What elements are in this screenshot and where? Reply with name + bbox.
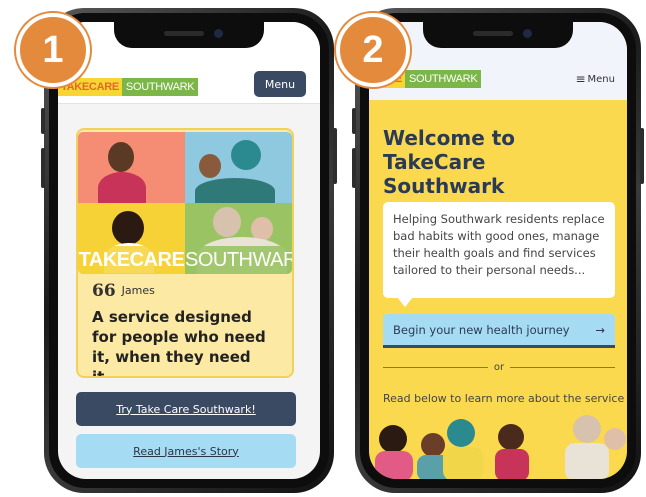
divider-line (510, 367, 616, 368)
phone-1-screen: TAKECARE SOUTHWARK Menu TAKECARE SOUTHWA… (58, 22, 320, 479)
quote-author: James (121, 284, 155, 297)
try-takecare-button[interactable]: Try Take Care Southwark! (76, 392, 296, 426)
phone-mockup-2: CARE SOUTHWARK ≡ Menu Welcome to TakeCar… (352, 8, 644, 493)
menu-button[interactable]: Menu (254, 71, 306, 97)
banner-south-text: SOUTHWARK (185, 246, 292, 274)
phone-notch (114, 22, 264, 48)
begin-journey-label: Begin your new health journey (393, 322, 570, 337)
intro-speech-bubble: Helping Southwark residents replace bad … (383, 202, 615, 307)
photo-tile-women (185, 132, 292, 203)
banner-take-text: TAKECARE (78, 246, 185, 274)
begin-journey-button[interactable]: Begin your new health journey → (383, 314, 615, 348)
photo-tile-man (78, 132, 185, 203)
menu-label: Menu (587, 73, 615, 85)
takecare-banner: TAKECARE SOUTHWARK (78, 246, 292, 274)
or-label: or (493, 362, 505, 373)
screenshot-stage: TAKECARE SOUTHWARK Menu TAKECARE SOUTHWA… (0, 0, 646, 497)
phone-mockup-1: TAKECARE SOUTHWARK Menu TAKECARE SOUTHWA… (41, 8, 337, 493)
step-badge-1: 1 (16, 13, 90, 87)
phone-notch (423, 22, 573, 48)
learn-more-text: Read below to learn more about the servi… (383, 392, 625, 405)
testimonial-card: TAKECARE SOUTHWARK 66 James A service de… (76, 128, 294, 378)
quote-icon: 66 (92, 280, 116, 301)
takecare-logo[interactable]: TAKECARE SOUTHWARK (58, 78, 199, 96)
testimonial-quote: A service designed for people who need i… (92, 308, 266, 378)
logo-south-text: SOUTHWARK (404, 70, 482, 88)
phone-2-screen: CARE SOUTHWARK ≡ Menu Welcome to TakeCar… (369, 22, 627, 479)
menu-link[interactable]: ≡ Menu (575, 72, 615, 86)
step-badge-2: 2 (336, 13, 410, 87)
arrow-right-icon: → (595, 322, 605, 337)
people-photo-strip (369, 409, 627, 479)
or-divider: or (383, 362, 616, 373)
divider-line (383, 367, 488, 368)
logo-south-text: SOUTHWARK (121, 78, 199, 96)
read-story-button[interactable]: Read James's Story (76, 434, 296, 468)
hamburger-icon: ≡ (575, 72, 586, 86)
people-mosaic-image: TAKECARE SOUTHWARK (78, 132, 292, 274)
quote-author-row: 66 James (92, 280, 278, 301)
page-title: Welcome to TakeCare Southwark (383, 126, 516, 198)
